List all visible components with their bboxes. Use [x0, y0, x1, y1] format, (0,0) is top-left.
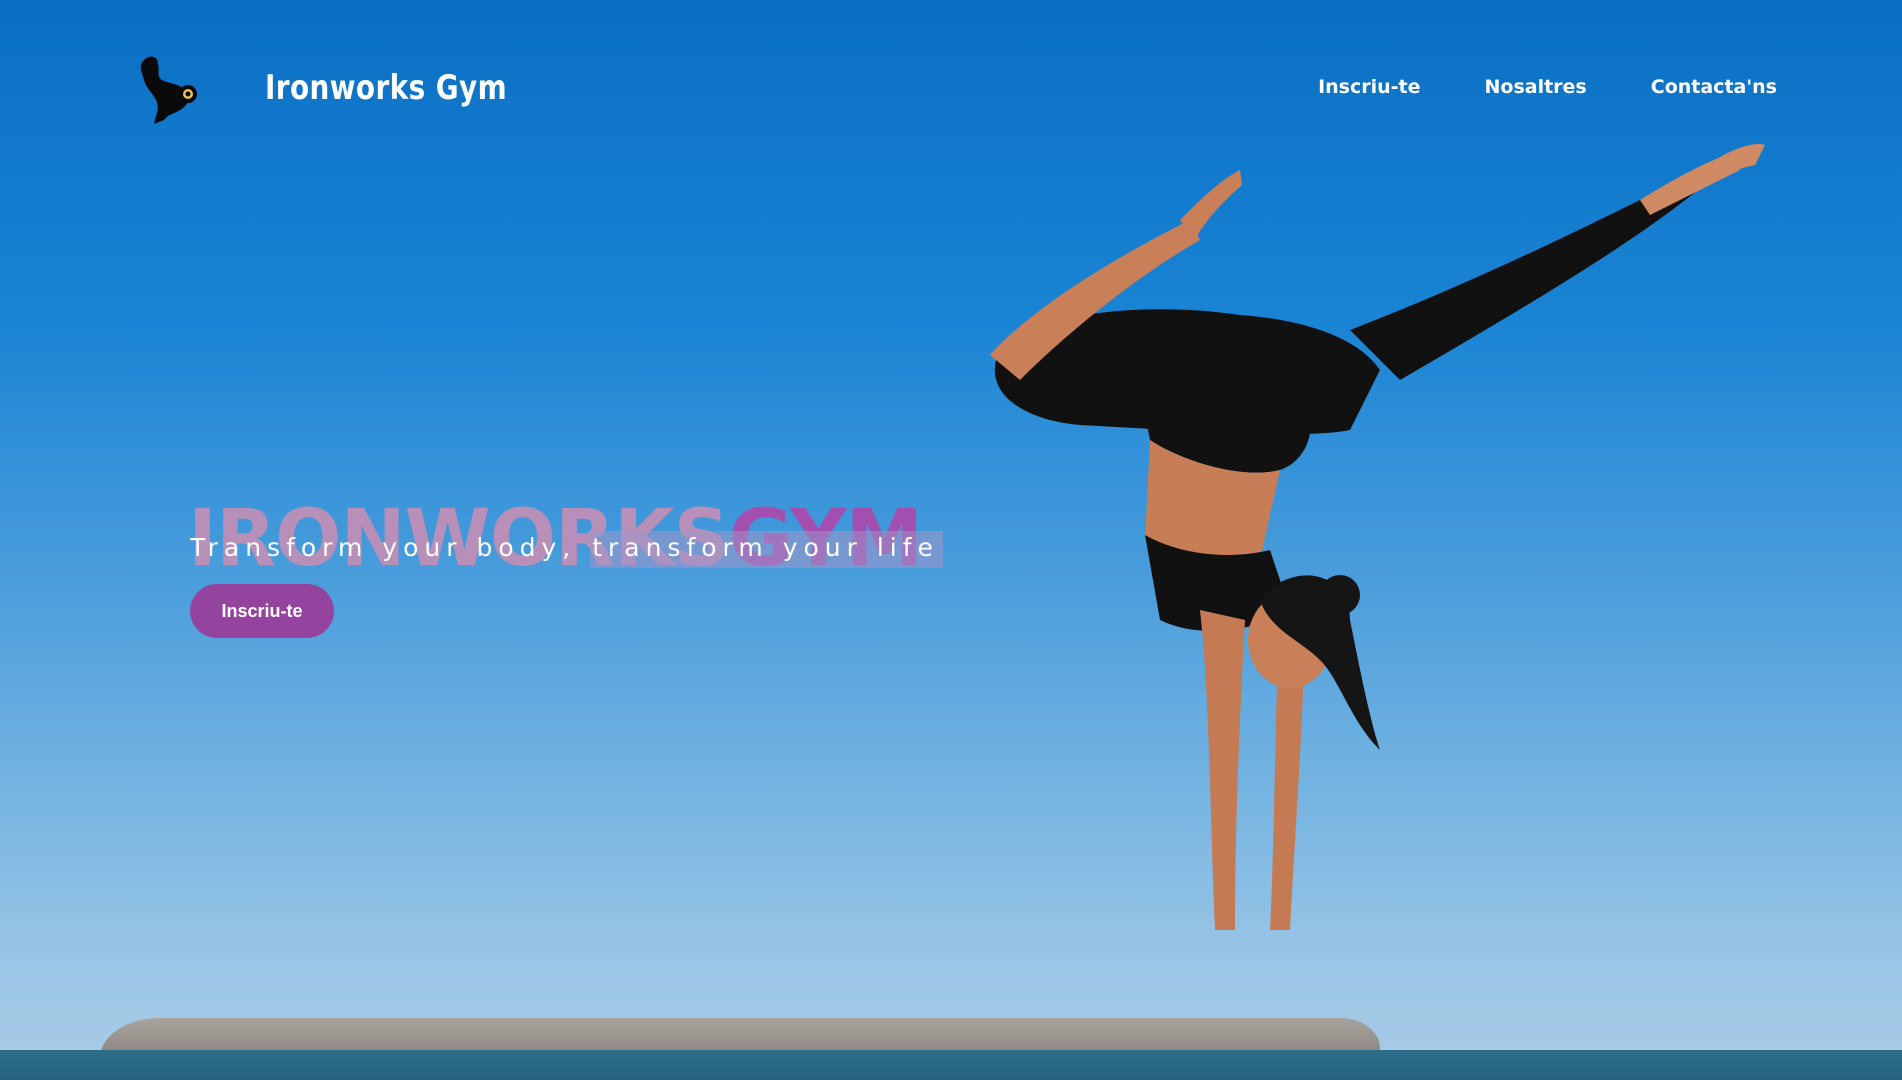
sea [0, 1050, 1902, 1080]
handstand-athlete-image [990, 144, 1765, 930]
signup-button[interactable]: Inscriu-te [190, 584, 334, 638]
nav-link-contacta[interactable]: Contacta'ns [1651, 76, 1777, 98]
hero-section: Ironworks Gym Inscriu-te Nosaltres Conta… [0, 0, 1902, 1080]
main-nav: Inscriu-te Nosaltres Contacta'ns [1318, 76, 1777, 98]
nav-link-inscriu-te[interactable]: Inscriu-te [1318, 76, 1420, 98]
brand-title[interactable]: Ironworks Gym [265, 68, 507, 108]
tagline-part1: Transform your body, [190, 533, 591, 562]
site-header: Ironworks Gym Inscriu-te Nosaltres Conta… [0, 0, 1902, 180]
tagline-highlight: transform your life [590, 531, 943, 568]
hero-tagline: Transform your body, transform your life [190, 531, 943, 568]
nav-link-nosaltres[interactable]: Nosaltres [1485, 76, 1587, 98]
bodybuilder-dumbbell-icon[interactable] [136, 54, 200, 124]
